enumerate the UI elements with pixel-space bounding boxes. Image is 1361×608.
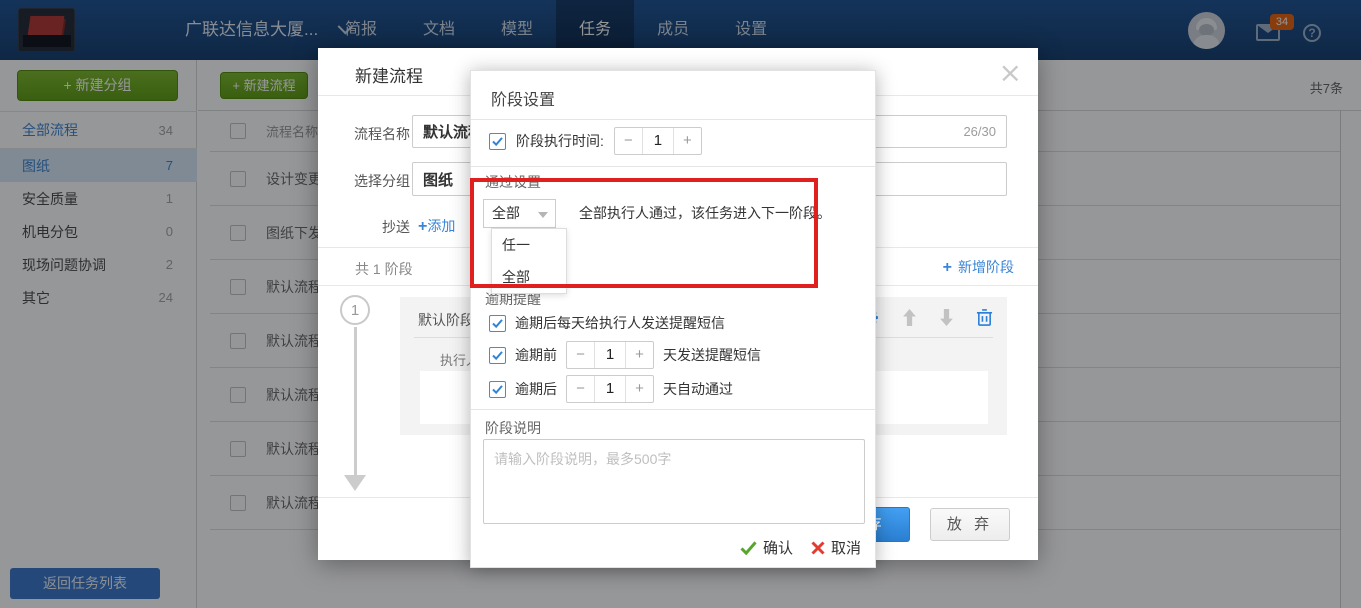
timeline-line (354, 327, 357, 475)
stepper-plus-button[interactable]: + (626, 342, 653, 368)
exec-time-row: 阶段执行时间: − 1 + (489, 127, 702, 155)
exec-time-label: 阶段执行时间: (516, 131, 604, 151)
overdue-before-suffix: 天发送提醒短信 (663, 345, 761, 365)
exec-time-checkbox[interactable] (489, 133, 506, 150)
cancel-button[interactable]: 取消 (811, 537, 861, 558)
pass-settings-label: 通过设置 (485, 172, 541, 192)
stepper-plus-button[interactable]: + (674, 128, 701, 154)
stage-note-textarea[interactable] (483, 439, 865, 524)
overdue-after-suffix: 天自动通过 (663, 379, 733, 399)
cc-label: 抄送 (348, 217, 410, 237)
overdue-before-checkbox[interactable] (489, 347, 506, 364)
plus-icon: + (943, 259, 952, 276)
overdue-after-prefix: 逾期后 (515, 379, 557, 399)
pass-mode-dropdown[interactable]: 全部 (483, 199, 556, 228)
overdue-before-prefix: 逾期前 (515, 345, 557, 365)
stage-settings-footer: 确认 取消 (740, 537, 861, 558)
plus-icon: + (418, 218, 427, 235)
confirm-label: 确认 (763, 537, 793, 558)
option-any[interactable]: 任一 (492, 229, 566, 261)
confirm-button[interactable]: 确认 (740, 537, 793, 558)
check-icon (740, 541, 757, 555)
divider (471, 409, 875, 410)
divider (471, 166, 875, 167)
discard-button[interactable]: 放 弃 (930, 508, 1010, 541)
cc-add-label: 添加 (427, 218, 455, 234)
overdue-after-checkbox[interactable] (489, 381, 506, 398)
overdue-after-stepper: − 1 + (566, 375, 654, 403)
stage-note-label: 阶段说明 (485, 418, 541, 438)
divider (471, 119, 875, 120)
overdue-row-after: 逾期后 − 1 + 天自动通过 (489, 375, 733, 403)
pass-description: 全部执行人通过，该任务进入下一阶段。 (579, 199, 831, 228)
caret-down-icon (538, 212, 548, 218)
overdue-daily-checkbox[interactable] (489, 315, 506, 332)
close-icon[interactable]: × (999, 56, 1022, 89)
overdue-before-stepper: − 1 + (566, 341, 654, 369)
group-select-value: 图纸 (423, 169, 453, 190)
stepper-minus-button[interactable]: − (615, 128, 642, 154)
add-stage-label: 新增阶段 (958, 259, 1014, 275)
char-counter: 26/30 (963, 124, 996, 139)
add-stage-button[interactable]: + 新增阶段 (943, 257, 1014, 277)
stepper-value: 1 (642, 128, 674, 154)
app-window: 广联达信息大厦... 简报 文档 模型 任务 成员 设置 34 ? + 新建分组… (0, 0, 1361, 608)
stage-name: 默认阶段 (418, 310, 474, 330)
move-down-icon[interactable] (939, 309, 954, 326)
stage-summary-label: 共 1 阶段 (355, 259, 413, 279)
stepper-value: 1 (594, 342, 626, 368)
stage-actions (861, 308, 993, 327)
stepper-value: 1 (594, 376, 626, 402)
group-select-label: 选择分组 (348, 171, 410, 191)
overdue-daily-label: 逾期后每天给执行人发送提醒短信 (515, 313, 725, 333)
exec-time-stepper: − 1 + (614, 127, 702, 155)
stage-settings-modal: 阶段设置 阶段执行时间: − 1 + 通过设置 全部 任一 全部 全部执行人通过… (470, 70, 876, 568)
trash-icon[interactable] (976, 308, 993, 327)
pass-mode-options: 任一 全部 (491, 228, 567, 294)
pass-mode-value: 全部 (492, 205, 520, 221)
stage-number-badge: 1 (340, 295, 370, 325)
overdue-row-daily: 逾期后每天给执行人发送提醒短信 (489, 313, 725, 333)
option-all[interactable]: 全部 (492, 261, 566, 293)
flow-name-label: 流程名称 (348, 124, 410, 144)
timeline-arrow-icon (344, 475, 366, 491)
x-icon (811, 541, 825, 555)
stage-settings-title: 阶段设置 (491, 86, 555, 110)
cc-add-button[interactable]: +添加 (418, 216, 455, 236)
stepper-minus-button[interactable]: − (567, 376, 594, 402)
stepper-plus-button[interactable]: + (626, 376, 653, 402)
modal-title: 新建流程 (355, 62, 423, 87)
stepper-minus-button[interactable]: − (567, 342, 594, 368)
overdue-row-before: 逾期前 − 1 + 天发送提醒短信 (489, 341, 761, 369)
move-up-icon[interactable] (902, 309, 917, 326)
cancel-label: 取消 (831, 537, 861, 558)
